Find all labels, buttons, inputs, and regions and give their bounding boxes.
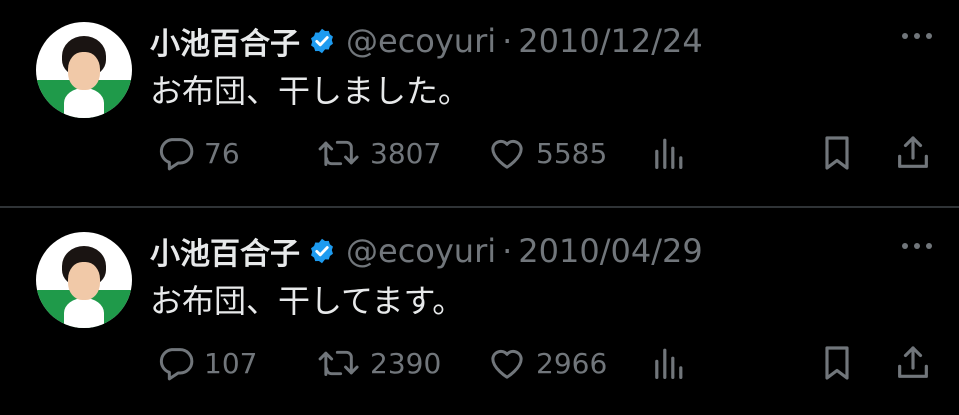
tweet-actions: 107 2390 2966: [0, 338, 959, 388]
retweet-count: 2390: [370, 346, 442, 380]
more-dots-icon[interactable]: [899, 236, 935, 256]
tweet-divider: [0, 206, 959, 208]
avatar-face: [68, 262, 100, 300]
author-handle[interactable]: @ecoyuri: [346, 232, 496, 270]
tweet-date[interactable]: 2010/12/24: [518, 22, 702, 60]
tweet-text: お布団、干してます。: [150, 282, 465, 320]
heart-icon: [486, 343, 528, 383]
bookmark-button[interactable]: [820, 338, 854, 388]
separator-dot: ·: [502, 22, 513, 60]
reply-button[interactable]: 76: [156, 128, 240, 178]
share-button[interactable]: [893, 128, 933, 178]
author-name[interactable]: 小池百合子: [150, 229, 300, 273]
reply-button[interactable]: 107: [156, 338, 257, 388]
avatar[interactable]: [36, 22, 132, 118]
retweet-button[interactable]: 3807: [316, 128, 441, 178]
tweet-date[interactable]: 2010/04/29: [518, 232, 702, 270]
retweet-icon: [316, 133, 362, 173]
reply-bubble-icon: [156, 343, 196, 383]
retweet-icon: [316, 343, 362, 383]
like-button[interactable]: 5585: [486, 128, 607, 178]
heart-icon: [486, 133, 528, 173]
views-button[interactable]: [652, 338, 684, 388]
more-dots-icon[interactable]: [899, 26, 935, 46]
bookmark-button[interactable]: [820, 128, 854, 178]
tweet-actions: 76 3807 5585: [0, 128, 959, 178]
separator-dot: ·: [502, 232, 513, 270]
tweet-header: 小池百合子 @ecoyuri · 2010/04/29: [150, 224, 703, 278]
avatar-collar: [64, 298, 104, 328]
share-upload-icon: [893, 343, 933, 383]
tweet[interactable]: 小池百合子 @ecoyuri · 2010/04/29 お布団、干してます。 1…: [0, 210, 959, 415]
reply-count: 76: [204, 136, 240, 170]
tweet-header: 小池百合子 @ecoyuri · 2010/12/24: [150, 14, 703, 68]
tweet[interactable]: 小池百合子 @ecoyuri · 2010/12/24 お布団、干しました。 7…: [0, 0, 959, 205]
share-button[interactable]: [893, 338, 933, 388]
avatar-face: [68, 52, 100, 90]
verified-badge-icon: [308, 237, 336, 265]
like-count: 2966: [536, 346, 608, 380]
tweet-text: お布団、干しました。: [150, 72, 471, 110]
bookmark-icon: [820, 133, 854, 173]
like-count: 5585: [536, 136, 608, 170]
views-bar-chart-icon: [652, 133, 684, 173]
share-upload-icon: [893, 133, 933, 173]
reply-bubble-icon: [156, 133, 196, 173]
retweet-button[interactable]: 2390: [316, 338, 441, 388]
author-handle[interactable]: @ecoyuri: [346, 22, 496, 60]
bookmark-icon: [820, 343, 854, 383]
views-bar-chart-icon: [652, 343, 684, 383]
avatar[interactable]: [36, 232, 132, 328]
avatar-collar: [64, 88, 104, 118]
views-button[interactable]: [652, 128, 684, 178]
like-button[interactable]: 2966: [486, 338, 607, 388]
verified-badge-icon: [308, 27, 336, 55]
retweet-count: 3807: [370, 136, 442, 170]
author-name[interactable]: 小池百合子: [150, 19, 300, 63]
reply-count: 107: [204, 346, 258, 380]
